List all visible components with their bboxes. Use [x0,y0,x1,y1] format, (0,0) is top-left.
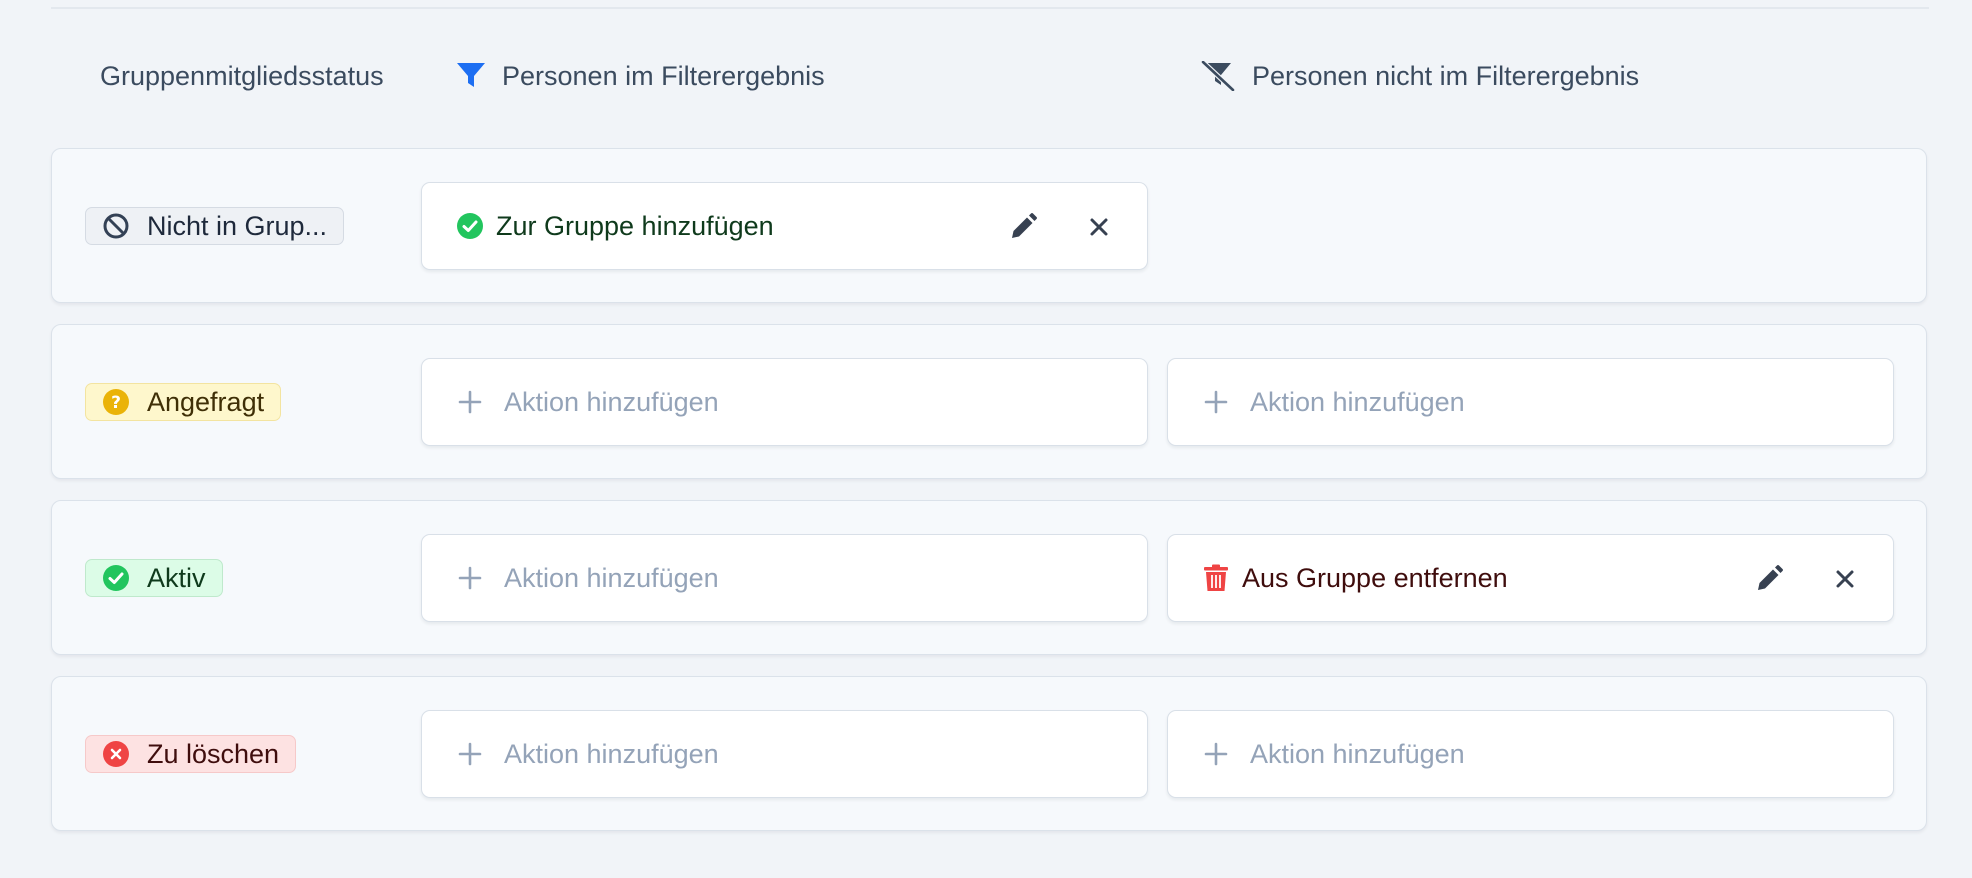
status-badge-label: Aktiv [147,562,206,593]
x-circle-icon [102,740,130,768]
status-badge-label: Angefragt [147,386,265,417]
remove-close-icon[interactable] [1085,213,1113,241]
add-action-card-in-filter[interactable]: Aktion hinzufügen [421,534,1148,622]
header-in-filter: Personen im Filterergebnis [456,56,825,96]
remove-close-icon[interactable] [1831,565,1859,593]
add-action-label: Aktion hinzufügen [1250,386,1465,417]
top-divider [51,7,1929,9]
status-badge-label: Nicht in Grup... [147,210,328,241]
question-circle-icon: ? [102,388,130,416]
column-header: Gruppenmitgliedsstatus Personen im Filte… [0,56,1972,96]
plus-icon [1202,388,1230,416]
status-badge: Zu löschen [85,735,297,773]
action-card-not-in-filter[interactable]: Aus Gruppe entfernen [1167,534,1894,622]
svg-text:?: ? [111,393,121,413]
action-label: Aus Gruppe entfernen [1242,562,1508,593]
add-action-card-not-in-filter[interactable]: Aktion hinzufügen [1167,710,1894,798]
check-circle-icon [102,564,130,592]
add-action-label: Aktion hinzufügen [504,386,719,417]
ban-icon [102,212,130,240]
status-row-active: Aktiv Aktion hinzufügen Aus Gruppe entfe… [51,500,1927,655]
action-label: Zur Gruppe hinzufügen [496,210,774,241]
add-action-label: Aktion hinzufügen [504,738,719,769]
add-action-label: Aktion hinzufügen [1250,738,1465,769]
edit-pencil-icon[interactable] [1007,211,1039,243]
add-action-card-in-filter[interactable]: Aktion hinzufügen [421,710,1148,798]
header-status-label: Gruppenmitgliedsstatus [100,60,384,91]
status-row-to-delete: Zu löschen Aktion hinzufügen Aktion hinz… [51,676,1927,831]
status-badge-label: Zu löschen [147,738,280,769]
status-badge: Aktiv [85,559,223,597]
add-action-card-not-in-filter[interactable]: Aktion hinzufügen [1167,358,1894,446]
status-row-not-in-group: Nicht in Grup... Zur Gruppe hinzufügen [51,148,1927,303]
status-badge: Nicht in Grup... [85,207,345,245]
status-badge: ? Angefragt [85,383,282,421]
plus-icon [1202,740,1230,768]
trash-icon [1202,564,1230,592]
plus-icon [456,740,484,768]
header-not-in-filter-label: Personen nicht im Filterergebnis [1252,60,1640,91]
header-in-filter-label: Personen im Filterergebnis [502,60,825,91]
filter-icon [457,63,485,87]
header-not-in-filter: Personen nicht im Filterergebnis [1200,56,1639,96]
plus-icon [456,564,484,592]
add-action-label: Aktion hinzufügen [504,562,719,593]
header-status: Gruppenmitgliedsstatus [100,56,384,96]
add-action-card-in-filter[interactable]: Aktion hinzufügen [421,358,1148,446]
plus-icon [456,388,484,416]
action-card-in-filter[interactable]: Zur Gruppe hinzufügen [421,182,1148,270]
status-row-requested: ? Angefragt Aktion hinzufügen Aktion hin… [51,324,1927,479]
check-circle-icon [456,212,484,240]
filter-slash-icon [1201,61,1235,91]
edit-pencil-icon[interactable] [1753,563,1785,595]
